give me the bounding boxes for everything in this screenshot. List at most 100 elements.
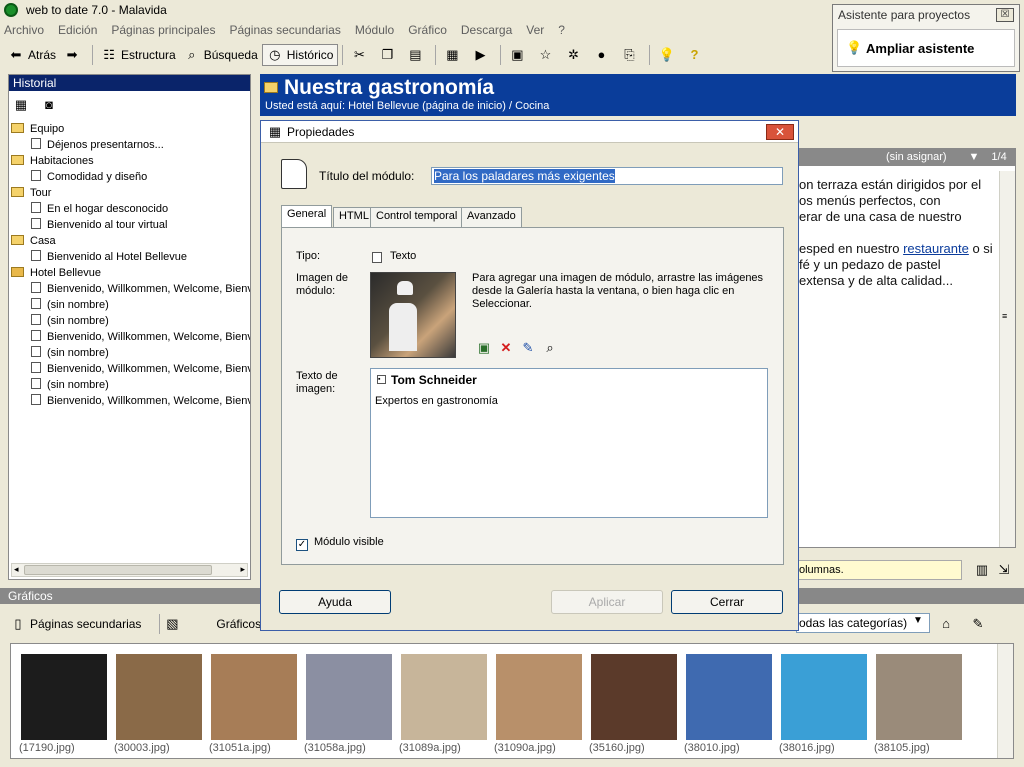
search-button[interactable]: ⌕ Búsqueda [180, 44, 262, 66]
properties-icon[interactable]: ▦ [13, 97, 29, 113]
tips-button[interactable]: 💡 [654, 44, 682, 66]
favorite-button[interactable]: ☆ [533, 44, 561, 66]
tab-control-temporal[interactable]: Control temporal [370, 207, 464, 227]
close-dialog-button[interactable]: Cerrar [671, 590, 783, 614]
module-title-input[interactable]: Para los paladares más exigentes [431, 167, 783, 185]
history-item[interactable]: Habitaciones [9, 153, 250, 169]
gallery-button[interactable]: ▣ [505, 44, 533, 66]
gallery-thumbnail[interactable] [591, 654, 677, 740]
history-item[interactable]: En el hogar desconocido [9, 201, 250, 217]
history-item[interactable]: Hotel Bellevue [9, 265, 250, 281]
scroll-left-icon[interactable]: ◂ [14, 564, 19, 575]
scroll-right-icon[interactable]: ▸ [240, 564, 245, 575]
inspect-button[interactable]: ⎘ [617, 44, 645, 66]
layout-icon[interactable]: ⇲ [996, 562, 1012, 578]
edit-image-icon[interactable]: ✎ [520, 340, 536, 356]
menu-archivo[interactable]: Archivo [4, 23, 44, 37]
help-button[interactable]: ? [682, 44, 710, 66]
history-item[interactable]: (sin nombre) [9, 313, 250, 329]
chevron-down-icon[interactable]: ▼ [913, 615, 927, 631]
copy-button[interactable]: ❐ [375, 44, 403, 66]
tab-html[interactable]: HTML [333, 207, 375, 227]
tab-general[interactable]: General [281, 205, 333, 227]
checkbox-box[interactable]: ✓ [296, 539, 308, 551]
gallery-thumbnail[interactable] [781, 654, 867, 740]
select-image-icon[interactable]: ▣ [476, 340, 492, 356]
menu-help[interactable]: ? [558, 23, 565, 37]
paste-button[interactable]: ▤ [403, 44, 431, 66]
gallery-thumbnail[interactable] [21, 654, 107, 740]
tab-secondary-pages[interactable]: Páginas secundarias [30, 617, 141, 631]
help-dialog-button[interactable]: Ayuda [279, 590, 391, 614]
history-item[interactable]: Bienvenido al tour virtual [9, 217, 250, 233]
assistant-close-button[interactable]: ☒ [996, 8, 1014, 22]
history-hscroll-thumb[interactable] [24, 565, 212, 575]
tab-graphics[interactable]: Gráficos [216, 617, 261, 631]
apply-button[interactable]: Aplicar [551, 590, 663, 614]
menu-ver[interactable]: Ver [526, 23, 544, 37]
gallery-vscrollbar[interactable] [997, 644, 1013, 758]
menu-descarga[interactable]: Descarga [461, 23, 512, 37]
history-item[interactable]: Bienvenido, Willkommen, Welcome, Bienve [9, 281, 250, 297]
history-item-label: Déjenos presentarnos... [47, 139, 164, 151]
module-assignment[interactable]: (sin asignar) [886, 151, 947, 163]
chevron-down-icon[interactable]: ▼ [969, 151, 980, 163]
delete-image-icon[interactable]: ✕ [498, 340, 514, 356]
module-image[interactable] [370, 272, 456, 358]
page-icon [31, 218, 41, 229]
history-item[interactable]: Bienvenido, Willkommen, Welcome, Bienve [9, 361, 250, 377]
restaurant-link[interactable]: restaurante [903, 241, 969, 256]
back-button[interactable]: ⬅ Atrás [4, 44, 60, 66]
history-item[interactable]: Comodidad y diseño [9, 169, 250, 185]
category-select[interactable]: odas las categorías) ▼ [796, 613, 930, 633]
gallery-thumbnail[interactable] [211, 654, 297, 740]
toolbar-separator [649, 45, 651, 65]
gallery-thumbnail[interactable] [116, 654, 202, 740]
menu-paginas-principales[interactable]: Páginas principales [111, 23, 215, 37]
menu-modulo[interactable]: Módulo [355, 23, 394, 37]
history-item[interactable]: Déjenos presentarnos... [9, 137, 250, 153]
gallery-thumbnail[interactable] [496, 654, 582, 740]
folder-open-icon[interactable]: ⌂ [938, 616, 954, 632]
columns-icon[interactable]: ▥ [974, 562, 990, 578]
history-button[interactable]: ◷ Histórico [261, 44, 339, 66]
gallery-thumbnail[interactable] [876, 654, 962, 740]
gallery-thumbnail[interactable] [686, 654, 772, 740]
camera-icon[interactable]: ◙ [41, 97, 57, 113]
gallery-thumbnail[interactable] [306, 654, 392, 740]
zoom-image-icon[interactable]: ⌕ [542, 340, 558, 356]
page-vscrollbar[interactable]: ≡ [999, 171, 1015, 547]
properties-button[interactable]: ▦ [440, 44, 468, 66]
structure-button[interactable]: ☷ Estructura [97, 44, 180, 66]
history-item[interactable]: (sin nombre) [9, 377, 250, 393]
caption-editor[interactable]: ▪ Tom Schneider Expertos en gastronomía [370, 368, 768, 518]
cut-button[interactable]: ✂ [347, 44, 375, 66]
history-item[interactable]: Equipo [9, 121, 250, 137]
dialog-close-button[interactable]: ✕ [766, 124, 794, 140]
menu-grafico[interactable]: Gráfico [408, 23, 447, 37]
history-item[interactable]: Tour [9, 185, 250, 201]
history-item[interactable]: Bienvenido al Hotel Bellevue [9, 249, 250, 265]
brush-icon[interactable]: ✎ [970, 616, 986, 632]
toolbar-separator [342, 45, 344, 65]
publish-button[interactable]: ● [589, 44, 617, 66]
history-item[interactable]: Casa [9, 233, 250, 249]
page-text-line: erar de una casa de nuestro [799, 209, 997, 225]
history-item[interactable]: Bienvenido, Willkommen, Welcome, Bienve [9, 393, 250, 409]
history-item[interactable]: Bienvenido, Willkommen, Welcome, Bienve [9, 329, 250, 345]
export-button[interactable]: ✲ [561, 44, 589, 66]
menu-paginas-secundarias[interactable]: Páginas secundarias [229, 23, 340, 37]
preview-button[interactable]: ▶ [468, 44, 496, 66]
menu-edicion[interactable]: Edición [58, 23, 97, 37]
scroll-grip-icon[interactable]: ≡ [1002, 311, 1012, 321]
gallery-thumbnail[interactable] [401, 654, 487, 740]
tab-avanzado[interactable]: Avanzado [461, 207, 522, 227]
history-hscrollbar[interactable]: ◂ ▸ [11, 563, 248, 577]
module-visible-checkbox[interactable]: ✓ Módulo visible [296, 536, 384, 551]
forward-button[interactable]: ➡ [60, 44, 88, 66]
history-item[interactable]: (sin nombre) [9, 345, 250, 361]
properties-icon: ▦ [268, 123, 282, 139]
expand-assistant-button[interactable]: 💡 Ampliar asistente [837, 29, 1015, 67]
history-item[interactable]: (sin nombre) [9, 297, 250, 313]
page-body-text: on terraza están dirigidos por el os menú… [799, 177, 997, 289]
